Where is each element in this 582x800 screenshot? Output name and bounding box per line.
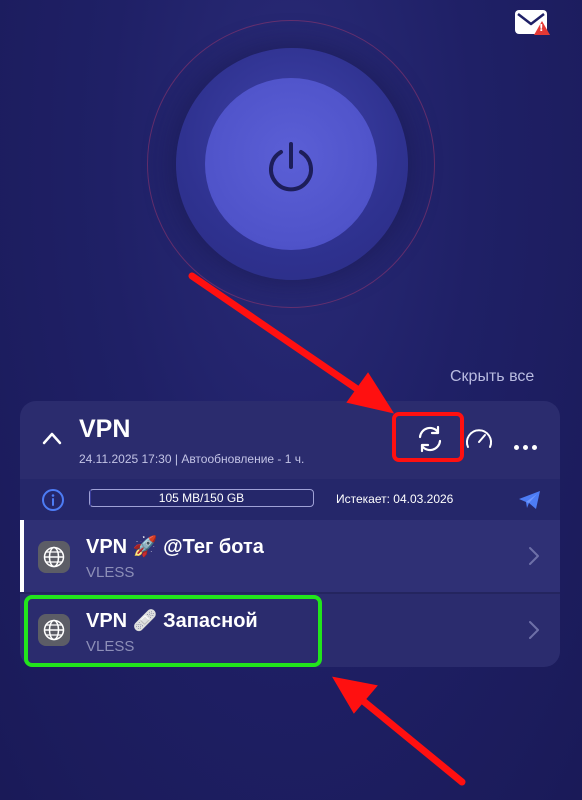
arrow-to-backup — [332, 676, 466, 786]
annotation-arrows — [188, 272, 466, 786]
arrow-to-refresh — [188, 272, 395, 414]
